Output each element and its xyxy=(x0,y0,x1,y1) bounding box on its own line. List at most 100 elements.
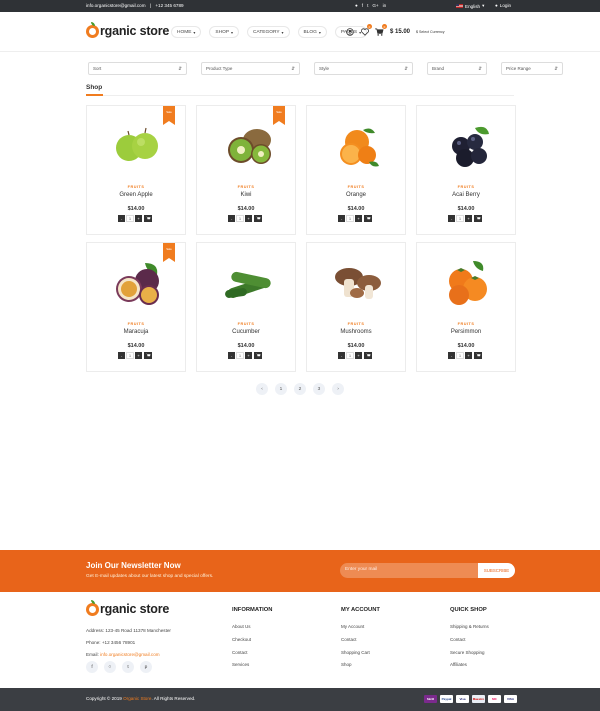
footer-link[interactable]: Services xyxy=(232,659,272,672)
footer-link[interactable]: Contact xyxy=(450,634,489,647)
add-to-cart-button[interactable] xyxy=(144,352,152,359)
instagram-icon[interactable]: ○ xyxy=(104,661,116,673)
increase-qty-button[interactable]: + xyxy=(465,352,472,359)
qty-input[interactable]: 1 xyxy=(456,352,464,359)
increase-qty-button[interactable]: + xyxy=(465,215,472,222)
cart-total[interactable]: $ 15.00 xyxy=(390,29,410,35)
footer-link[interactable]: Checkout xyxy=(232,634,272,647)
wishlist-icon[interactable]: 0 xyxy=(360,24,372,36)
qty-input[interactable]: 1 xyxy=(346,215,354,222)
product-card[interactable]: FRUITS Persimmon $14.00-1 + xyxy=(416,242,516,372)
footer-link[interactable]: Shop xyxy=(341,659,380,672)
product-name[interactable]: Cucumber xyxy=(197,329,295,335)
qty-input[interactable]: 1 xyxy=(126,352,134,359)
nav-blog[interactable]: BLOG ▾ xyxy=(297,26,327,38)
product-name[interactable]: Orange xyxy=(307,192,405,198)
footer-email[interactable]: info.organicstore@gmail.com xyxy=(100,652,160,657)
increase-qty-button[interactable]: + xyxy=(135,352,142,359)
footer-link[interactable]: Secure Shopping xyxy=(450,647,489,660)
product-card[interactable]: FRUITS Mushrooms $14.00-1 + xyxy=(306,242,406,372)
page-1-button[interactable]: 1 xyxy=(275,383,287,395)
product-image[interactable] xyxy=(327,118,387,168)
currency-selector[interactable]: $ Select Currency xyxy=(416,30,445,34)
pinterest-icon[interactable]: p xyxy=(140,661,152,673)
increase-qty-button[interactable]: + xyxy=(355,352,362,359)
product-card[interactable]: FRUITS Orange $14.00-1 + xyxy=(306,105,406,235)
facebook-icon[interactable]: f xyxy=(362,3,363,8)
product-image[interactable] xyxy=(327,255,387,305)
product-name[interactable]: Mushrooms xyxy=(307,329,405,335)
qty-input[interactable]: 1 xyxy=(236,352,244,359)
rss-icon[interactable]: ● xyxy=(355,3,358,8)
linkedin-icon[interactable]: in xyxy=(383,3,387,8)
product-image[interactable] xyxy=(107,118,167,168)
nav-home[interactable]: HOME ▾ xyxy=(171,26,202,38)
style-select[interactable]: Style ⇵ xyxy=(314,62,413,75)
page-3-button[interactable]: 3 xyxy=(313,383,325,395)
add-to-cart-button[interactable] xyxy=(364,215,372,222)
decrease-qty-button[interactable]: - xyxy=(448,352,455,359)
subscribe-button[interactable]: SUBSCRIBE xyxy=(478,563,515,578)
facebook-icon[interactable]: f xyxy=(86,661,98,673)
twitter-icon[interactable]: t xyxy=(367,3,368,8)
product-image[interactable] xyxy=(437,255,497,305)
login-link[interactable]: ● Login xyxy=(495,3,511,8)
language-selector[interactable]: English ▾ xyxy=(456,3,484,9)
top-email[interactable]: info.organicstore@gmail.com xyxy=(86,3,146,8)
footer-link[interactable]: About Us xyxy=(232,621,272,634)
add-to-cart-button[interactable] xyxy=(474,215,482,222)
product-card[interactable]: Sale FRUITS Kiwi $14.00-1 + xyxy=(196,105,296,235)
prev-page-button[interactable]: ‹ xyxy=(256,383,268,395)
logo[interactable]: rganic store xyxy=(86,21,169,38)
product-image[interactable] xyxy=(437,118,497,168)
decrease-qty-button[interactable]: - xyxy=(338,215,345,222)
product-name[interactable]: Kiwi xyxy=(197,192,295,198)
qty-input[interactable]: 1 xyxy=(346,352,354,359)
decrease-qty-button[interactable]: - xyxy=(118,215,125,222)
add-to-cart-button[interactable] xyxy=(144,215,152,222)
footer-link[interactable]: Shipping & Returns xyxy=(450,621,489,634)
decrease-qty-button[interactable]: - xyxy=(448,215,455,222)
twitter-icon[interactable]: t xyxy=(122,661,134,673)
copyright-brand[interactable]: Organic Store xyxy=(123,696,151,701)
product-image[interactable] xyxy=(217,118,277,168)
qty-input[interactable]: 1 xyxy=(456,215,464,222)
increase-qty-button[interactable]: + xyxy=(245,215,252,222)
footer-link[interactable]: My Account xyxy=(341,621,380,634)
brand-select[interactable]: Brand ⇵ xyxy=(427,62,487,75)
nav-shop[interactable]: SHOP ▾ xyxy=(209,26,240,38)
footer-link[interactable]: Contact xyxy=(232,647,272,660)
sort-select[interactable]: Sort ⇵ xyxy=(88,62,187,75)
product-card[interactable]: Sale FRUITS Maracuja $14.00-1 + xyxy=(86,242,186,372)
product-type-select[interactable]: Product Type ⇵ xyxy=(201,62,300,75)
product-image[interactable] xyxy=(107,255,167,305)
product-card[interactable]: FRUITS Acai Berry $14.00-1 + xyxy=(416,105,516,235)
qty-input[interactable]: 1 xyxy=(126,215,134,222)
product-name[interactable]: Green Apple xyxy=(87,192,185,198)
next-page-button[interactable]: › xyxy=(332,383,344,395)
product-image[interactable] xyxy=(217,255,277,305)
newsletter-email-input[interactable]: Enter your mail xyxy=(345,567,377,572)
footer-link[interactable]: Contact xyxy=(341,634,380,647)
footer-link[interactable]: Affiliates xyxy=(450,659,489,672)
decrease-qty-button[interactable]: - xyxy=(338,352,345,359)
page-2-button[interactable]: 2 xyxy=(294,383,306,395)
product-name[interactable]: Acai Berry xyxy=(417,192,515,198)
product-name[interactable]: Maracuja xyxy=(87,329,185,335)
increase-qty-button[interactable]: + xyxy=(135,215,142,222)
qty-input[interactable]: 1 xyxy=(236,215,244,222)
price-range-select[interactable]: Price Range ⇵ xyxy=(501,62,563,75)
footer-logo[interactable]: rganic store xyxy=(86,599,169,616)
nav-category[interactable]: CATEGORY ▾ xyxy=(247,26,290,38)
add-to-cart-button[interactable] xyxy=(254,352,262,359)
product-name[interactable]: Persimmon xyxy=(417,329,515,335)
footer-link[interactable]: Shopping Cart xyxy=(341,647,380,660)
increase-qty-button[interactable]: + xyxy=(355,215,362,222)
cart-icon[interactable]: 0 xyxy=(375,24,387,36)
account-icon[interactable] xyxy=(345,27,354,36)
product-card[interactable]: Sale FRUITS Green Apple $14.00-1 + xyxy=(86,105,186,235)
increase-qty-button[interactable]: + xyxy=(245,352,252,359)
add-to-cart-button[interactable] xyxy=(254,215,262,222)
decrease-qty-button[interactable]: - xyxy=(228,215,235,222)
add-to-cart-button[interactable] xyxy=(364,352,372,359)
